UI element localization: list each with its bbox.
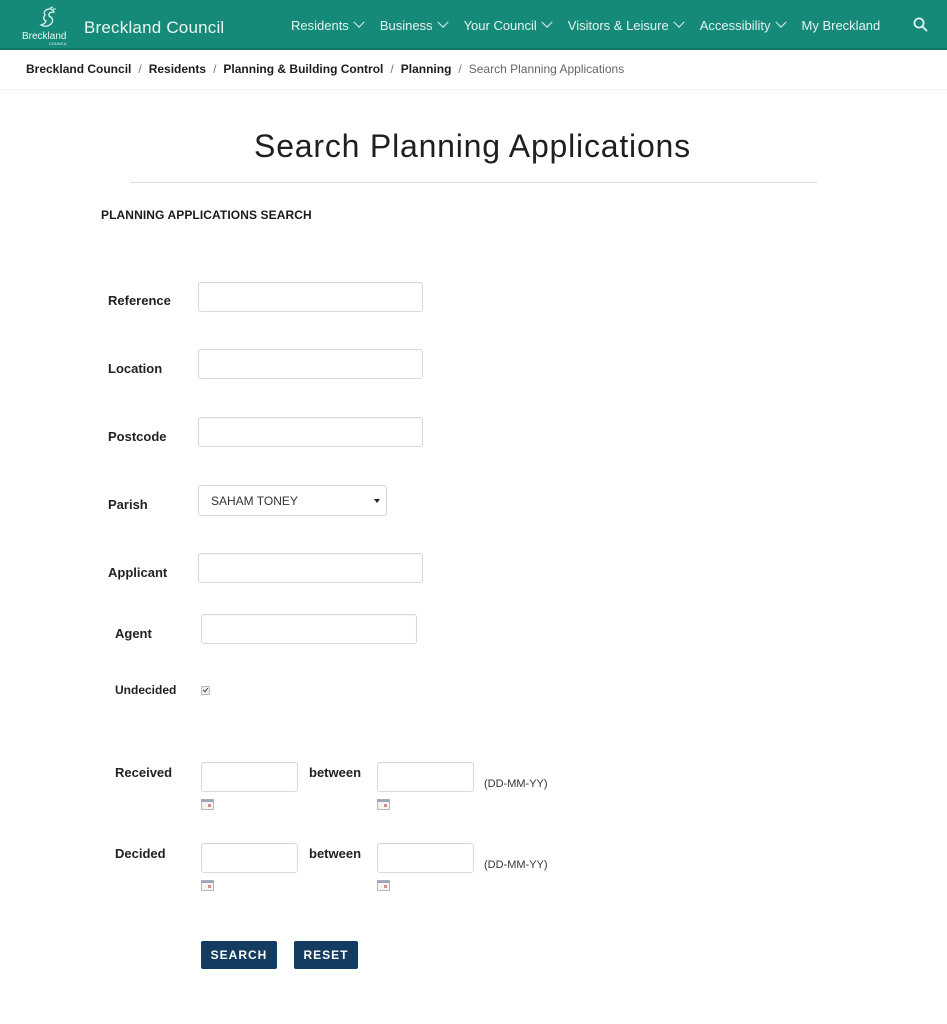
postcode-label: Postcode [108,429,167,444]
nav-label: Business [379,17,433,33]
undecided-label: Undecided [115,683,177,697]
svg-text:COUNCIL: COUNCIL [49,41,68,46]
chevron-down-icon [774,16,787,28]
breckland-logo-icon[interactable]: Breckland COUNCIL [20,6,76,46]
chevron-down-icon [673,16,685,28]
breadcrumb-planning-building-control[interactable]: Planning & Building Control [223,62,383,76]
chevron-down-icon [436,16,449,28]
decided-label: Decided [115,846,166,861]
received-date-format-hint: (DD-MM-YY) [484,778,548,790]
calendar-icon[interactable] [377,799,390,810]
main-nav: Residents Business Your Council Visitors… [291,0,897,50]
calendar-icon[interactable] [201,799,214,810]
reference-label: Reference [108,293,171,308]
top-navigation-bar: Breckland COUNCIL Breckland Council Resi… [0,0,947,50]
nav-label: Your Council [463,17,537,33]
checkmark-icon [202,686,209,693]
nav-item-your-council[interactable]: Your Council [463,16,553,33]
nav-label: Residents [291,17,349,33]
postcode-input[interactable] [198,417,423,447]
parish-select[interactable]: SAHAM TONEY [198,485,387,516]
received-between-label: between [309,765,362,780]
calendar-icon[interactable] [377,880,390,891]
breadcrumb-separator: / [213,62,217,76]
nav-item-business[interactable]: Business [379,16,449,33]
nav-label: Visitors & Leisure [567,17,669,33]
applicant-label: Applicant [108,565,168,580]
nav-label: My Breckland [801,17,881,33]
breadcrumb-current: Search Planning Applications [468,62,625,76]
agent-input[interactable] [201,614,417,644]
breadcrumb-separator: / [390,62,394,76]
breadcrumb-home[interactable]: Breckland Council [26,62,131,76]
location-label: Location [108,361,163,376]
nav-label: Accessibility [699,17,771,33]
nav-item-accessibility[interactable]: Accessibility [699,16,787,33]
calendar-icon[interactable] [201,880,214,891]
breadcrumb-planning[interactable]: Planning [401,62,452,76]
received-label: Received [115,765,173,780]
decided-date-format-hint: (DD-MM-YY) [484,859,548,871]
search-button[interactable]: SEARCH [201,941,277,969]
parish-label: Parish [108,497,148,512]
search-icon[interactable] [913,17,928,32]
title-divider [130,182,817,183]
breadcrumb-separator: / [458,62,462,76]
nav-item-visitors-leisure[interactable]: Visitors & Leisure [567,16,685,33]
breadcrumb: Breckland Council / Residents / Planning… [26,62,624,76]
decided-from-input[interactable] [201,843,298,873]
chevron-down-icon [353,16,365,28]
breadcrumb-separator: / [138,62,142,76]
dropdown-caret-icon [374,499,380,503]
reference-input[interactable] [198,282,423,312]
section-heading: PLANNING APPLICATIONS SEARCH [101,208,312,222]
received-to-input[interactable] [377,762,474,792]
nav-item-my-breckland[interactable]: My Breckland [802,18,881,33]
applicant-input[interactable] [198,553,423,583]
received-from-input[interactable] [201,762,298,792]
breadcrumb-residents[interactable]: Residents [149,62,206,76]
nav-item-residents[interactable]: Residents [291,16,365,33]
reset-button[interactable]: RESET [294,941,358,969]
parish-selected-value: SAHAM TONEY [211,493,298,508]
agent-label: Agent [115,626,152,641]
chevron-down-icon [541,16,553,28]
brand-name[interactable]: Breckland Council [84,18,224,38]
breadcrumb-divider [0,89,947,90]
decided-to-input[interactable] [377,843,474,873]
location-input[interactable] [198,349,423,379]
undecided-checkbox[interactable] [201,686,210,695]
decided-between-label: between [309,846,362,861]
page-title: Search Planning Applications [254,128,691,164]
